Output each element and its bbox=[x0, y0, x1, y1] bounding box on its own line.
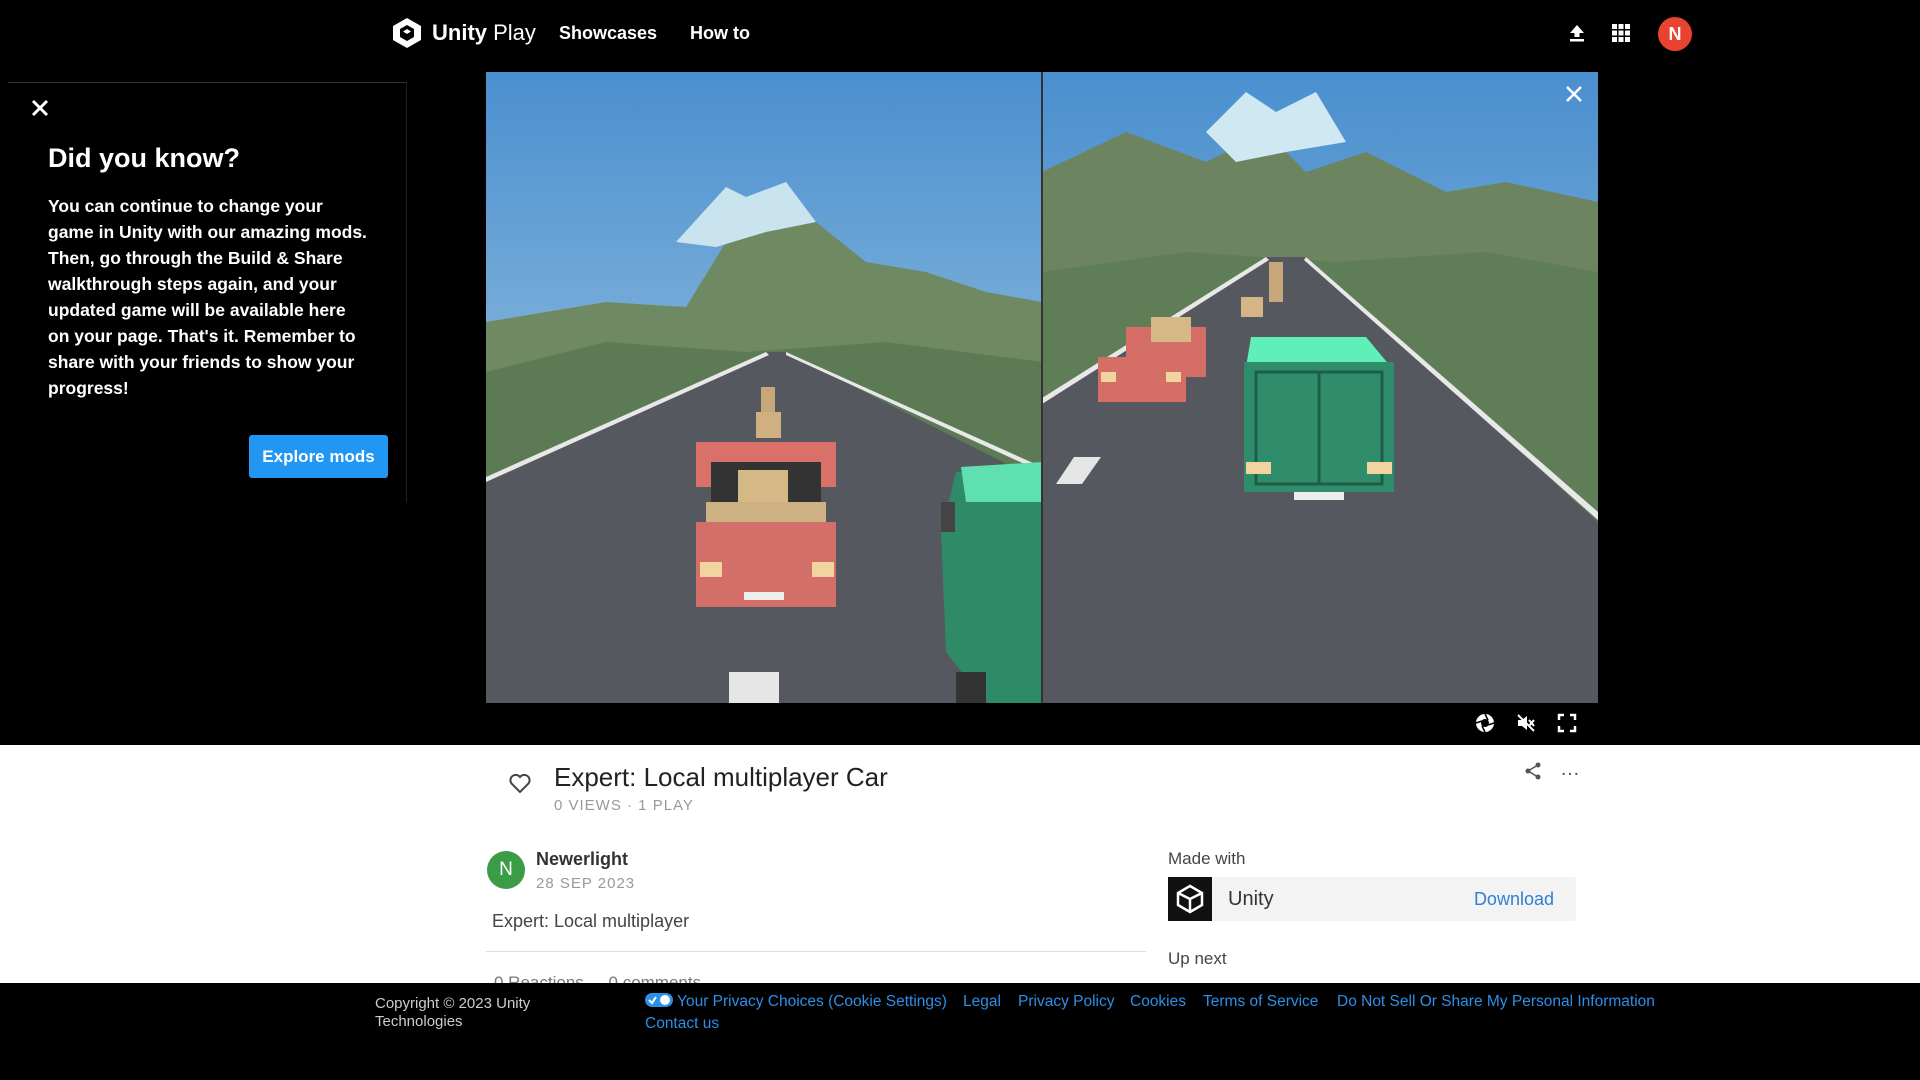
logo-light: Play bbox=[493, 20, 536, 45]
game-stats: 0 VIEWS · 1 PLAY bbox=[554, 797, 694, 814]
game-details: Expert: Local multiplayer Car 0 VIEWS · … bbox=[0, 745, 1920, 983]
logo-text: Unity Play bbox=[432, 20, 536, 46]
user-avatar[interactable]: N bbox=[1658, 17, 1692, 51]
contact-link[interactable]: Contact us bbox=[645, 1015, 719, 1033]
copyright: Copyright © 2023 Unity Technologies bbox=[375, 995, 531, 1030]
logo-bold: Unity bbox=[432, 20, 487, 45]
unity-play-logo[interactable]: Unity Play bbox=[390, 16, 536, 50]
download-link[interactable]: Download bbox=[1474, 889, 1554, 910]
close-icon[interactable] bbox=[28, 97, 52, 121]
heart-icon[interactable] bbox=[508, 771, 534, 797]
close-game-icon[interactable] bbox=[1560, 80, 1588, 108]
game-scene bbox=[486, 72, 1598, 703]
did-you-know-panel: Did you know? You can continue to change… bbox=[8, 82, 407, 502]
cookies-link[interactable]: Cookies bbox=[1130, 993, 1186, 1011]
tip-body: You can continue to change your game in … bbox=[48, 196, 367, 398]
unity-logo-icon bbox=[1168, 877, 1212, 921]
privacy-choices-link[interactable]: Your Privacy Choices (Cookie Settings) bbox=[645, 993, 947, 1011]
privacy-toggle-icon bbox=[645, 993, 673, 1007]
explore-mods-button[interactable]: Explore mods bbox=[249, 435, 388, 478]
privacy-choices-text: Your Privacy Choices (Cookie Settings) bbox=[677, 993, 947, 1010]
more-options-icon[interactable]: … bbox=[1558, 759, 1582, 785]
legal-link[interactable]: Legal bbox=[963, 993, 1001, 1011]
up-next-label: Up next bbox=[1168, 949, 1227, 968]
upload-icon[interactable] bbox=[1564, 20, 1590, 46]
game-description: Expert: Local multiplayer bbox=[492, 911, 690, 931]
author-avatar[interactable]: N bbox=[487, 851, 525, 889]
game-viewport[interactable] bbox=[486, 72, 1598, 703]
divider bbox=[486, 951, 1146, 952]
terms-link[interactable]: Terms of Service bbox=[1203, 993, 1318, 1011]
privacy-policy-link[interactable]: Privacy Policy bbox=[1018, 993, 1114, 1011]
unity-cube-icon bbox=[393, 18, 421, 48]
reactions-count[interactable]: 0 Reactions bbox=[494, 973, 584, 983]
engine-name: Unity bbox=[1228, 888, 1274, 910]
top-nav: Unity Play Showcases How to N bbox=[0, 0, 1920, 68]
publish-date: 28 SEP 2023 bbox=[536, 875, 636, 892]
screenshot-icon[interactable] bbox=[1472, 710, 1498, 736]
game-title: Expert: Local multiplayer Car bbox=[554, 762, 888, 792]
social-counts: 0 Reactions 0 comments bbox=[494, 973, 701, 983]
mute-icon[interactable] bbox=[1513, 710, 1539, 736]
author-name[interactable]: Newerlight bbox=[536, 849, 628, 870]
fullscreen-icon[interactable] bbox=[1554, 710, 1580, 736]
nav-showcases[interactable]: Showcases bbox=[559, 23, 657, 44]
share-icon[interactable] bbox=[1523, 761, 1547, 785]
made-with-card: Unity Download bbox=[1168, 877, 1576, 921]
do-not-sell-link[interactable]: Do Not Sell Or Share My Personal Informa… bbox=[1337, 993, 1655, 1011]
footer: Copyright © 2023 Unity Technologies Your… bbox=[0, 983, 1920, 1080]
comments-count[interactable]: 0 comments bbox=[609, 973, 702, 983]
apps-grid-icon[interactable] bbox=[1608, 20, 1634, 46]
nav-how-to[interactable]: How to bbox=[690, 23, 750, 44]
made-with-label: Made with bbox=[1168, 849, 1246, 868]
tip-title: Did you know? bbox=[48, 143, 240, 173]
